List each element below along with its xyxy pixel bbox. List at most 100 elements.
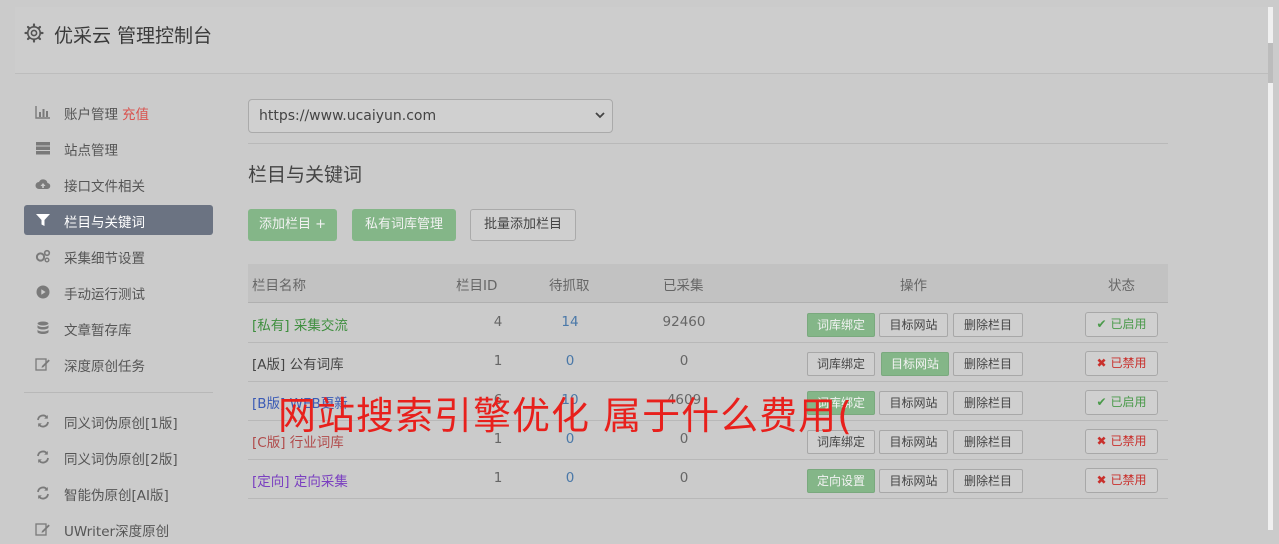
sidebar-item-ai-original[interactable]: 智能伪原创[AI版]: [24, 478, 213, 508]
sidebar-item-label: 接口文件相关: [64, 179, 145, 195]
status-badge[interactable]: ✖ 已禁用: [1085, 351, 1158, 376]
sidebar-item-label: UWriter深度原创: [64, 524, 170, 540]
table-row: [私有] 采集交流 4 14 92460 词库绑定 目标网站 删除栏目 ✔ 已启…: [248, 303, 1168, 343]
scrollbar[interactable]: [1268, 7, 1273, 530]
sidebar-item-uwriter[interactable]: UWriter深度原创: [24, 514, 213, 544]
status-badge[interactable]: ✖ 已禁用: [1085, 468, 1158, 493]
row-collected: 0: [679, 353, 689, 369]
delete-column-button[interactable]: 删除栏目: [953, 391, 1023, 415]
divider: [248, 143, 1168, 144]
target-site-button[interactable]: 目标网站: [879, 313, 948, 337]
header-pending: 待抓取: [549, 278, 590, 294]
target-site-button[interactable]: 目标网站: [879, 430, 948, 454]
batch-add-button[interactable]: 批量添加栏目: [470, 209, 576, 241]
row-name[interactable]: [定向] 定向采集: [252, 470, 348, 490]
table-row: [定向] 定向采集 1 0 0 定向设置 目标网站 删除栏目 ✖ 已禁用: [248, 459, 1168, 499]
header-id: 栏目ID: [456, 278, 498, 294]
delete-column-button[interactable]: 删除栏目: [953, 430, 1023, 454]
sidebar-item-sites[interactable]: 站点管理: [24, 133, 213, 163]
row-title: 采集交流: [293, 318, 348, 334]
recharge-link[interactable]: 充值: [122, 107, 149, 123]
sidebar-item-label: 手动运行测试: [64, 287, 145, 303]
row-name[interactable]: [私有] 采集交流: [252, 314, 348, 334]
sidebar-item-manual-test[interactable]: 手动运行测试: [24, 277, 213, 307]
close-icon: ✖: [1096, 434, 1107, 448]
sidebar-item-label: 站点管理: [64, 143, 118, 159]
chevron-down-icon: [595, 112, 605, 119]
lexicon-bind-button[interactable]: 词库绑定: [807, 313, 875, 337]
sidebar-item-collect-settings[interactable]: 采集细节设置: [24, 241, 213, 271]
row-pending[interactable]: 0: [540, 470, 600, 486]
delete-column-button[interactable]: 删除栏目: [953, 469, 1023, 493]
status-text: 已禁用: [1110, 356, 1147, 370]
status-text: 已启用: [1110, 317, 1147, 331]
edit-icon: [35, 357, 51, 371]
row-id: 1: [493, 353, 503, 369]
status-text: 已禁用: [1110, 473, 1147, 487]
sidebar-item-label: 同义词伪原创[1版]: [64, 416, 178, 432]
status-text: 已禁用: [1110, 434, 1147, 448]
row-id: 4: [493, 314, 503, 330]
close-icon: ✖: [1096, 356, 1107, 370]
row-name[interactable]: [A版] 公有词库: [252, 353, 344, 373]
sidebar-item-columns-keywords[interactable]: 栏目与关键词: [24, 205, 213, 235]
target-site-button[interactable]: 目标网站: [879, 469, 948, 493]
row-tag: [定向]: [252, 474, 290, 490]
header-actions: 操作: [900, 278, 927, 294]
refresh-icon: [35, 414, 51, 428]
refresh-icon: [35, 486, 51, 500]
status-badge[interactable]: ✔ 已启用: [1085, 390, 1158, 415]
sidebar-item-api-files[interactable]: 接口文件相关: [24, 169, 213, 199]
add-column-button[interactable]: 添加栏目 +: [248, 209, 337, 241]
filter-icon: [35, 213, 51, 227]
header-collected: 已采集: [663, 278, 704, 294]
delete-column-button[interactable]: 删除栏目: [953, 313, 1023, 337]
target-site-button[interactable]: 目标网站: [881, 352, 949, 376]
cloud-upload-icon: [35, 177, 51, 191]
sidebar-item-account[interactable]: 账户管理 充值: [24, 97, 213, 127]
app-window: 优采云 管理控制台 账户管理 充值 站点管理 接口文件相关 栏目与关键词 采集细…: [0, 0, 1279, 540]
target-site-button[interactable]: 目标网站: [879, 391, 948, 415]
refresh-icon: [35, 450, 51, 464]
sidebar-item-label: 文章暂存库: [64, 323, 132, 339]
top-header: 优采云 管理控制台: [15, 7, 1268, 74]
status-badge[interactable]: ✖ 已禁用: [1085, 429, 1158, 454]
row-pending[interactable]: 0: [540, 353, 600, 369]
private-lexicon-button[interactable]: 私有词库管理: [352, 209, 456, 241]
sidebar-item-article-store[interactable]: 文章暂存库: [24, 313, 213, 343]
check-icon: ✔: [1096, 317, 1107, 331]
sidebar-item-synonym-v1[interactable]: 同义词伪原创[1版]: [24, 406, 213, 436]
scrollbar-thumb[interactable]: [1268, 43, 1273, 83]
row-id: 1: [493, 470, 503, 486]
table-row: [A版] 公有词库 1 0 0 词库绑定 目标网站 删除栏目 ✖ 已禁用: [248, 342, 1168, 382]
server-icon: [35, 141, 51, 155]
play-circle-icon: [35, 285, 51, 299]
lexicon-bind-button[interactable]: 词库绑定: [807, 352, 875, 376]
sidebar-item-label: 同义词伪原创[2版]: [64, 452, 178, 468]
header-status: 状态: [1108, 278, 1135, 294]
row-tag: [A版]: [252, 357, 286, 373]
row-collected: 0: [679, 470, 689, 486]
sidebar-item-label: 采集细节设置: [64, 251, 145, 267]
directed-settings-button[interactable]: 定向设置: [807, 469, 875, 493]
gears-icon: [35, 249, 51, 263]
edit-icon: [35, 522, 51, 536]
sidebar-item-label: 栏目与关键词: [64, 215, 145, 231]
bar-chart-icon: [35, 105, 51, 119]
gear-icon: [24, 23, 44, 43]
row-title: 定向采集: [293, 474, 348, 490]
database-icon: [35, 321, 51, 335]
close-icon: ✖: [1096, 473, 1107, 487]
site-select[interactable]: https://www.ucaiyun.com: [248, 99, 613, 133]
sidebar-item-synonym-v2[interactable]: 同义词伪原创[2版]: [24, 442, 213, 472]
status-badge[interactable]: ✔ 已启用: [1085, 312, 1158, 337]
row-pending[interactable]: 14: [540, 314, 600, 330]
delete-column-button[interactable]: 删除栏目: [953, 352, 1023, 376]
table-header: 栏目名称 栏目ID 待抓取 已采集 操作 状态: [248, 264, 1168, 303]
site-select-value: https://www.ucaiyun.com: [259, 108, 437, 124]
app-title: 优采云 管理控制台: [54, 25, 213, 47]
row-title: 公有词库: [289, 357, 344, 373]
sidebar-item-deep-original[interactable]: 深度原创任务: [24, 349, 213, 379]
header-name: 栏目名称: [252, 278, 306, 294]
row-tag: [私有]: [252, 318, 290, 334]
